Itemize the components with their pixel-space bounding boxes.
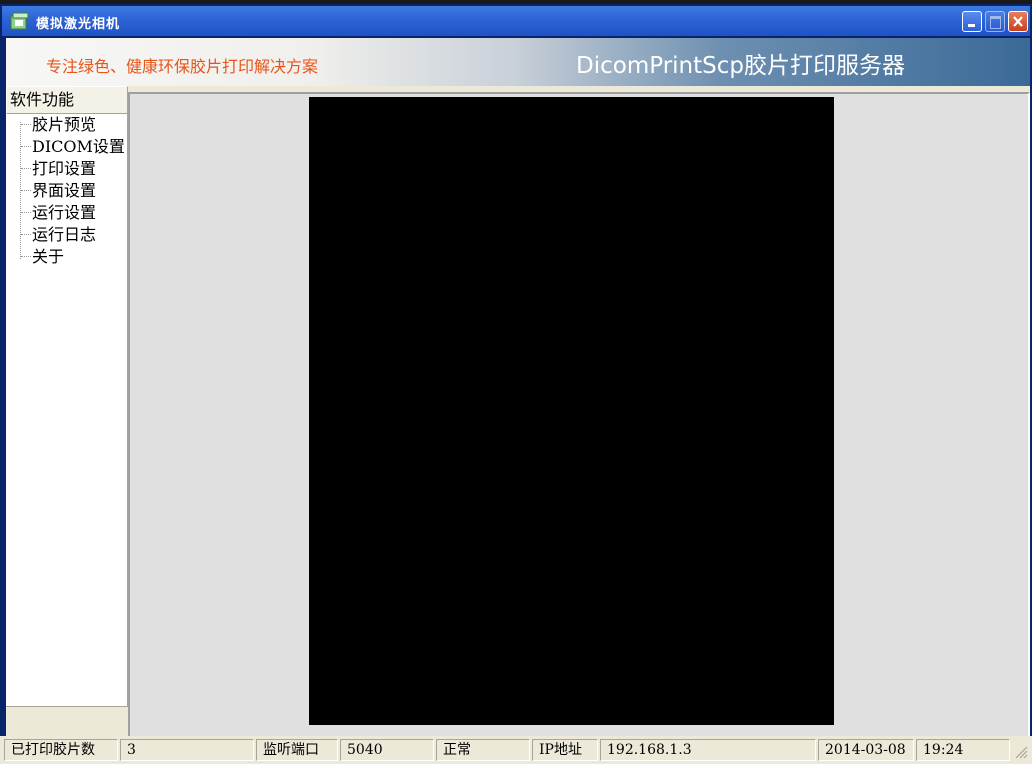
film-preview-panel — [128, 92, 1030, 738]
tree-item-about[interactable]: 关于 — [20, 246, 64, 268]
minimize-button[interactable] — [962, 11, 982, 32]
film-preview-image — [309, 97, 834, 725]
tree-item-film-preview[interactable]: 胶片预览 — [20, 114, 96, 136]
maximize-button[interactable] — [985, 11, 1005, 32]
header-banner: 专注绿色、健康环保胶片打印解决方案 DicomPrintScp胶片打印服务器 — [6, 38, 1030, 86]
app-icon — [10, 12, 29, 30]
status-printed-count: 3 — [120, 739, 254, 761]
status-port-value: 5040 — [340, 739, 434, 761]
status-time: 19:24 — [916, 739, 1010, 761]
close-icon — [1013, 16, 1023, 27]
resize-grip-icon[interactable] — [1014, 742, 1028, 760]
close-button[interactable] — [1008, 11, 1028, 32]
status-port-label: 监听端口 — [256, 739, 338, 761]
window-title: 模拟激光相机 — [36, 17, 121, 32]
tree-item-ui-settings[interactable]: 界面设置 — [20, 180, 96, 202]
status-ip-label: IP地址 — [532, 739, 598, 761]
minimize-icon — [968, 24, 975, 27]
status-ip-value: 192.168.1.3 — [600, 739, 816, 761]
banner-product-title: DicomPrintScp胶片打印服务器 — [576, 53, 905, 79]
tree-item-print-settings[interactable]: 打印设置 — [20, 158, 96, 180]
tree-item-run-log[interactable]: 运行日志 — [20, 224, 96, 246]
tree-item-run-settings[interactable]: 运行设置 — [20, 202, 96, 224]
status-date: 2014-03-08 — [818, 739, 914, 761]
title-bar[interactable]: 模拟激光相机 — [2, 6, 1030, 36]
maximize-icon — [990, 16, 1001, 29]
sidebar-footer — [6, 706, 128, 738]
client-area: 软件功能 胶片预览 DICOM设置 打印设置 界面设置 运行设置 运行日志 关于 — [6, 86, 1030, 738]
tree-item-dicom-settings[interactable]: DICOM设置 — [20, 136, 125, 158]
app-window: 模拟激光相机 专注绿色、健康环保胶片打印解决方案 DicomPrintScp胶片… — [0, 4, 1032, 764]
status-bar: 已打印胶片数 3 监听端口 5040 正常 IP地址 192.168.1.3 2… — [0, 736, 1032, 764]
status-state: 正常 — [436, 739, 530, 761]
status-printed-label: 已打印胶片数 — [4, 739, 118, 761]
banner-slogan: 专注绿色、健康环保胶片打印解决方案 — [46, 57, 319, 76]
sidebar-header[interactable]: 软件功能 — [6, 86, 128, 114]
function-tree[interactable]: 胶片预览 DICOM设置 打印设置 界面设置 运行设置 运行日志 关于 — [6, 114, 128, 706]
